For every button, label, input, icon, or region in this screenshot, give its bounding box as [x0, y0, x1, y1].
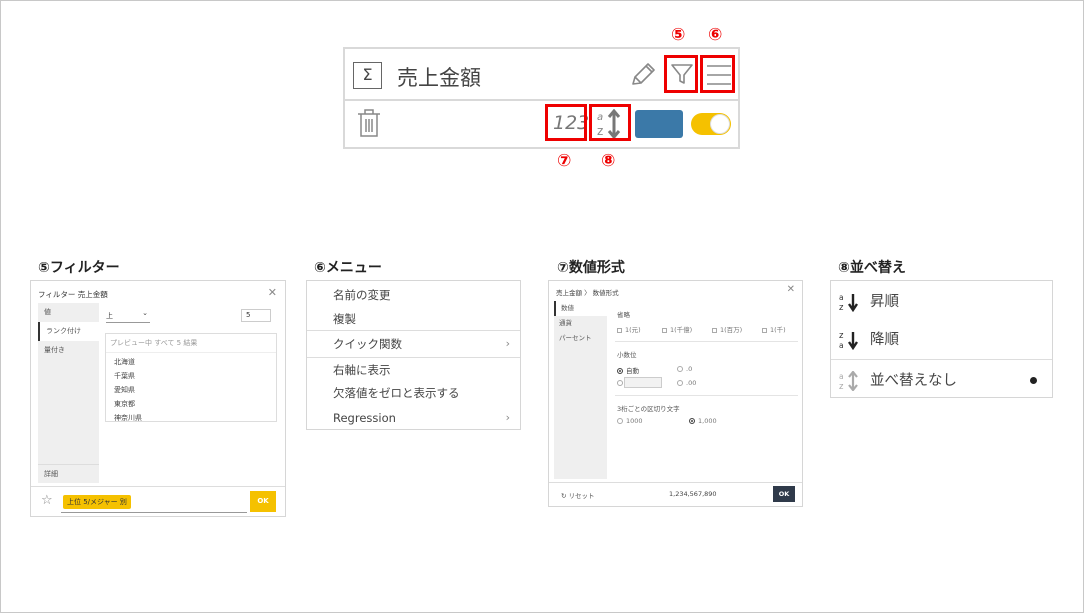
- abbrev-option[interactable]: 1(百万): [712, 324, 742, 334]
- svg-text:z: z: [839, 382, 844, 391]
- abbrev-option[interactable]: 1(千): [762, 324, 786, 334]
- menu-item-missing-as-zero[interactable]: 欠落値をゼロと表示する: [333, 385, 460, 401]
- section-title-format: ⑦数値形式: [557, 260, 625, 276]
- selected-indicator: [1030, 377, 1037, 384]
- svg-text:a: a: [839, 372, 844, 381]
- callout-box-filter: [664, 55, 698, 93]
- rank-direction-value: 上: [106, 312, 113, 320]
- callout-number-7: ⑦: [557, 151, 572, 171]
- abbrev-option[interactable]: 1(元): [617, 324, 641, 334]
- tab-percent[interactable]: パーセント: [554, 331, 607, 346]
- callout-box-format: [545, 104, 587, 141]
- tab-currency[interactable]: 通貨: [554, 316, 607, 331]
- sort-none-label: 並べ替えなし: [870, 373, 957, 389]
- callout-number-6: ⑥: [708, 25, 723, 45]
- number-format-panel: 売上金額 〉 数値形式 ✕ 数値 通貨 パーセント 省略 1(元) 1(千億) …: [548, 280, 803, 507]
- color-swatch[interactable]: [635, 110, 683, 138]
- chip-underline: [61, 512, 247, 513]
- chevron-down-icon: ⌄: [142, 309, 148, 317]
- callout-number-8: ⑧: [601, 151, 616, 171]
- tab-number[interactable]: 数値: [554, 301, 607, 316]
- separator-none-radio[interactable]: 1000: [617, 417, 643, 425]
- svg-text:z: z: [839, 331, 844, 341]
- filter-preview: プレビュー中 すべて 5 結果 北海道 千葉県 愛知県 東京都 神奈川県: [105, 333, 277, 422]
- measure-card-controls: 123 a z: [345, 101, 738, 149]
- svg-text:a: a: [839, 293, 844, 302]
- ok-button[interactable]: OK: [773, 486, 795, 502]
- context-menu: 名前の変更 複製 クイック関数 › 右軸に表示 欠落値をゼロと表示する Regr…: [306, 280, 521, 430]
- tab-ranking[interactable]: ランク付け: [38, 322, 99, 341]
- preview-header: プレビュー中 すべて 5 結果: [106, 334, 276, 353]
- sort-descending-label: 降順: [870, 332, 899, 348]
- filter-panel: フィルター 売上金額 ✕ 値 ランク付け 量付き 詳細 上 ⌄ 5 プレビュー中…: [30, 280, 286, 517]
- menu-item-duplicate[interactable]: 複製: [333, 311, 356, 327]
- menu-item-quick-functions[interactable]: クイック関数: [333, 336, 402, 352]
- sort-ascending-label: 昇順: [870, 294, 899, 310]
- decimal-two-radio[interactable]: .00: [677, 379, 696, 387]
- tab-detail[interactable]: 詳細: [38, 464, 99, 483]
- format-tabs: 数値 通貨 パーセント: [554, 301, 607, 479]
- filter-footer: ☆ 上位 5/メジャー 別 OK: [31, 486, 285, 516]
- section-title-filter: ⑤フィルター: [38, 260, 120, 276]
- close-icon[interactable]: ✕: [787, 284, 795, 295]
- filter-chip[interactable]: 上位 5/メジャー 別: [63, 495, 131, 509]
- chevron-right-icon: ›: [505, 337, 510, 350]
- abbrev-option[interactable]: 1(千億): [662, 324, 692, 334]
- decimal-auto-radio[interactable]: 自動: [617, 365, 639, 375]
- tab-values[interactable]: 値: [38, 303, 99, 322]
- decimal-one-radio[interactable]: .0: [677, 365, 692, 373]
- filter-panel-title: フィルター 売上金額: [38, 290, 108, 299]
- close-icon[interactable]: ✕: [268, 286, 277, 299]
- breadcrumb: 売上金額 〉 数値形式: [556, 289, 619, 297]
- menu-divider: [307, 357, 520, 358]
- separator-label: 3桁ごとの区切り文字: [617, 405, 680, 413]
- sigma-icon: Σ: [353, 62, 382, 89]
- section-title-menu: ⑥メニュー: [314, 260, 382, 276]
- decimal-custom-input[interactable]: [624, 377, 662, 388]
- reset-button[interactable]: ↻ リセット: [561, 490, 595, 500]
- list-item: 千葉県: [114, 372, 135, 380]
- toggle-knob: [710, 114, 730, 134]
- rank-direction-select[interactable]: 上 ⌄: [106, 309, 150, 323]
- chevron-right-icon: ›: [505, 411, 510, 424]
- menu-item-rename[interactable]: 名前の変更: [333, 287, 391, 303]
- menu-item-right-axis[interactable]: 右軸に表示: [333, 362, 391, 378]
- sort-ascending-icon: a z: [839, 293, 858, 312]
- pencil-icon[interactable]: [629, 62, 657, 88]
- ok-button[interactable]: OK: [250, 491, 276, 512]
- menu-item-regression[interactable]: Regression: [333, 411, 396, 425]
- menu-divider: [307, 330, 520, 331]
- list-item: 愛知県: [114, 386, 135, 394]
- visibility-toggle[interactable]: [691, 113, 731, 135]
- filter-tabs: 値 ランク付け 量付き 詳細: [38, 303, 99, 483]
- list-item: 北海道: [114, 358, 135, 366]
- divider: [615, 395, 798, 396]
- svg-text:z: z: [839, 303, 844, 312]
- measure-title: 売上金額: [397, 66, 481, 90]
- callout-box-menu: [700, 55, 735, 93]
- list-item: 東京都: [114, 400, 135, 408]
- sort-none-icon: a z: [839, 371, 858, 391]
- star-icon[interactable]: ☆: [41, 493, 53, 508]
- list-item: 神奈川県: [114, 414, 142, 422]
- callout-number-5: ⑤: [671, 25, 686, 45]
- divider: [615, 341, 798, 342]
- sort-menu: a z 昇順 z a 降順 a z 並べ替えなし: [830, 280, 1053, 398]
- sort-divider: [831, 359, 1052, 360]
- trash-icon[interactable]: [356, 108, 382, 138]
- rank-count-input[interactable]: 5: [241, 309, 271, 322]
- callout-box-sort: [589, 104, 631, 141]
- tab-measure[interactable]: 量付き: [38, 341, 99, 360]
- svg-text:a: a: [839, 341, 844, 350]
- separator-comma-radio[interactable]: 1,000: [689, 417, 717, 425]
- abbrev-label: 省略: [617, 311, 630, 319]
- format-footer: ↻ リセット 1,234,567,890 OK: [549, 482, 802, 506]
- sort-descending-icon: z a: [839, 331, 858, 350]
- format-preview-value: 1,234,567,890: [669, 490, 717, 498]
- section-title-sort: ⑧並べ替え: [838, 260, 906, 276]
- decimal-label: 小数位: [617, 351, 637, 359]
